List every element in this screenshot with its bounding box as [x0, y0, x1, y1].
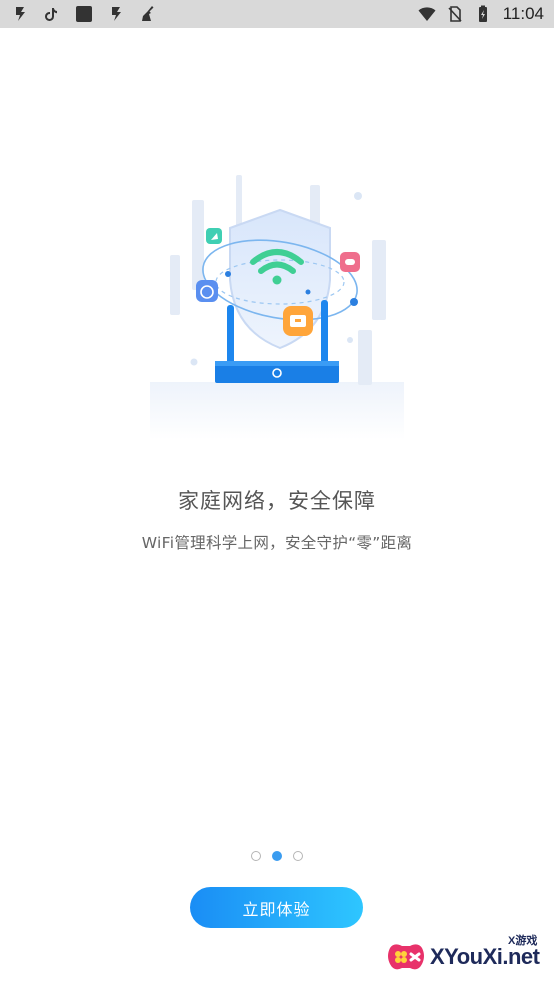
flash-app-icon	[106, 4, 126, 24]
status-time: 11:04	[502, 4, 544, 23]
watermark: X游戏 XYouXi.net	[380, 928, 554, 986]
page-dot-2-active[interactable]	[272, 851, 282, 861]
system-icons: 11:04	[417, 3, 544, 25]
page-dot-1[interactable]	[251, 851, 261, 861]
page-indicator	[0, 851, 554, 861]
tiktok-icon	[42, 4, 62, 24]
notification-icons	[10, 3, 158, 25]
page-dot-3[interactable]	[293, 851, 303, 861]
onboarding-title: 家庭网络，安全保障	[178, 489, 376, 513]
watermark-brand: XYouXi.net	[430, 944, 540, 969]
wifi-icon	[417, 4, 437, 24]
status-bar: 11:04	[0, 0, 554, 28]
onboarding-subtitle: WiFi管理科学上网，安全守护“零”距离	[141, 534, 413, 552]
square-app-icon	[74, 4, 94, 24]
gamepad-logo-icon	[388, 944, 424, 970]
no-sim-icon	[445, 4, 465, 24]
hero-illustration	[140, 170, 420, 440]
battery-charging-icon	[473, 4, 493, 24]
flash-app-icon	[10, 4, 30, 24]
try-now-button[interactable]: 立即体验	[190, 887, 363, 928]
onboarding-screen: 11:04 家庭网络，安全保障 WiFi管理科学上网，安全守护“零”距离 立即体…	[0, 0, 554, 986]
router-shield-illustration	[150, 175, 404, 440]
broom-icon	[138, 4, 158, 24]
